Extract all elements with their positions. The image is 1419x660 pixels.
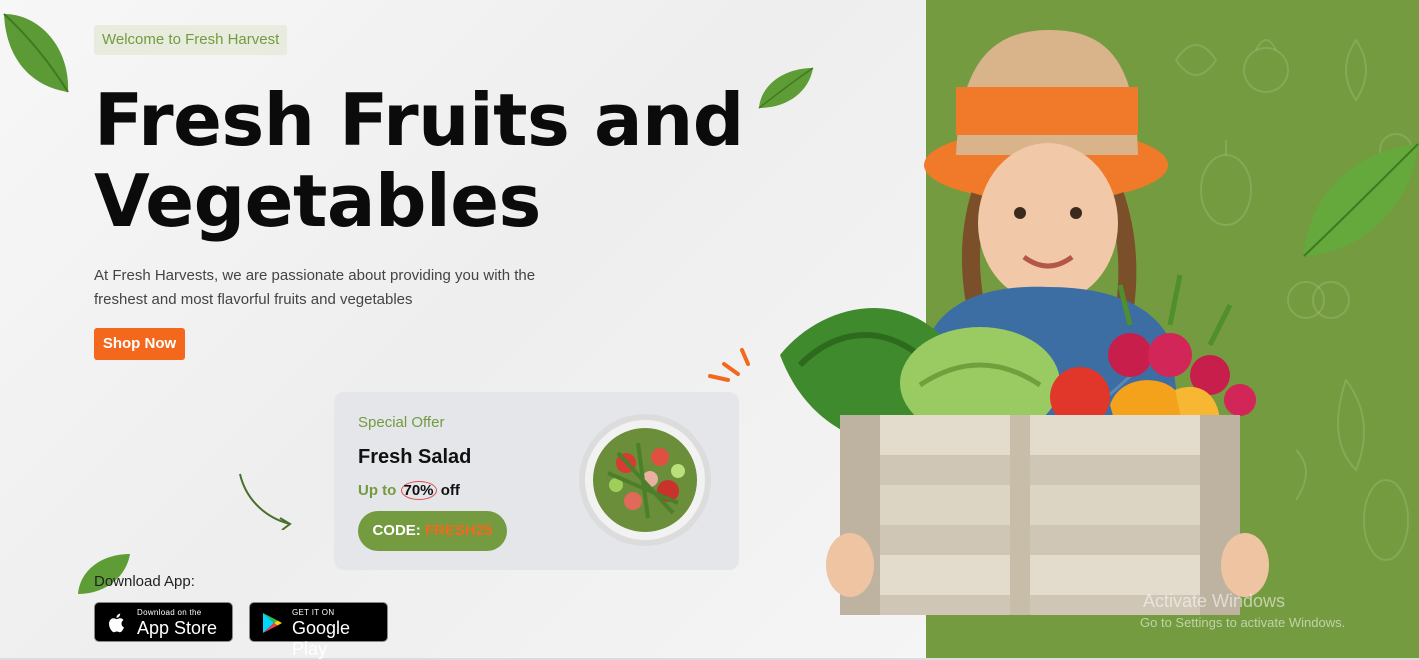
windows-activation-title: Activate Windows	[1143, 591, 1286, 611]
offer-title: Fresh Salad	[358, 446, 472, 468]
page-title: Fresh Fruits and Vegetables	[94, 80, 794, 242]
discount-prefix: Up to	[358, 482, 397, 499]
hero-page: Welcome to Fresh Harvest Fresh Fruits an…	[0, 0, 1419, 660]
spark-lines-icon	[708, 348, 750, 382]
leaf-icon	[3, 13, 69, 93]
google-play-big-text: Google Play	[292, 618, 351, 659]
app-store-small-text: Download on the	[137, 608, 202, 617]
apple-icon	[109, 613, 124, 633]
offer-label: Special Offer	[358, 414, 445, 431]
title-line-2: Vegetables	[94, 159, 541, 243]
google-play-button[interactable]: GET IT ON Google Play	[249, 602, 388, 659]
code-label: CODE:	[372, 522, 421, 539]
promo-code-pill[interactable]: CODE: FRESH25	[358, 511, 507, 551]
google-play-icon	[263, 613, 282, 633]
app-store-big-text: App Store	[137, 618, 218, 638]
discount-suffix: off	[440, 482, 460, 499]
welcome-tag: Welcome to Fresh Harvest	[94, 25, 288, 55]
google-play-small-text: GET IT ON	[292, 608, 335, 617]
special-offer-card[interactable]: Special Offer Fresh Salad Up to 70% off …	[334, 392, 739, 570]
windows-activation-subtitle: Go to Settings to activate Windows.	[1140, 615, 1346, 630]
girl-with-vegetable-crate-image	[780, 30, 1269, 615]
hero-description: At Fresh Harvests, we are passionate abo…	[94, 267, 536, 308]
shop-now-button[interactable]: Shop Now	[94, 328, 185, 360]
leaf-icon	[1303, 143, 1419, 257]
app-store-button[interactable]: Download on the App Store	[94, 602, 233, 642]
discount-value: 70%	[400, 481, 437, 500]
curved-arrow-icon	[239, 473, 292, 530]
code-value: FRESH25	[424, 522, 493, 539]
offer-discount: Up to 70% off	[358, 481, 460, 500]
title-line-1: Fresh Fruits and	[94, 78, 744, 162]
download-app-label: Download App:	[94, 573, 195, 590]
salad-bowl-image	[579, 414, 711, 546]
